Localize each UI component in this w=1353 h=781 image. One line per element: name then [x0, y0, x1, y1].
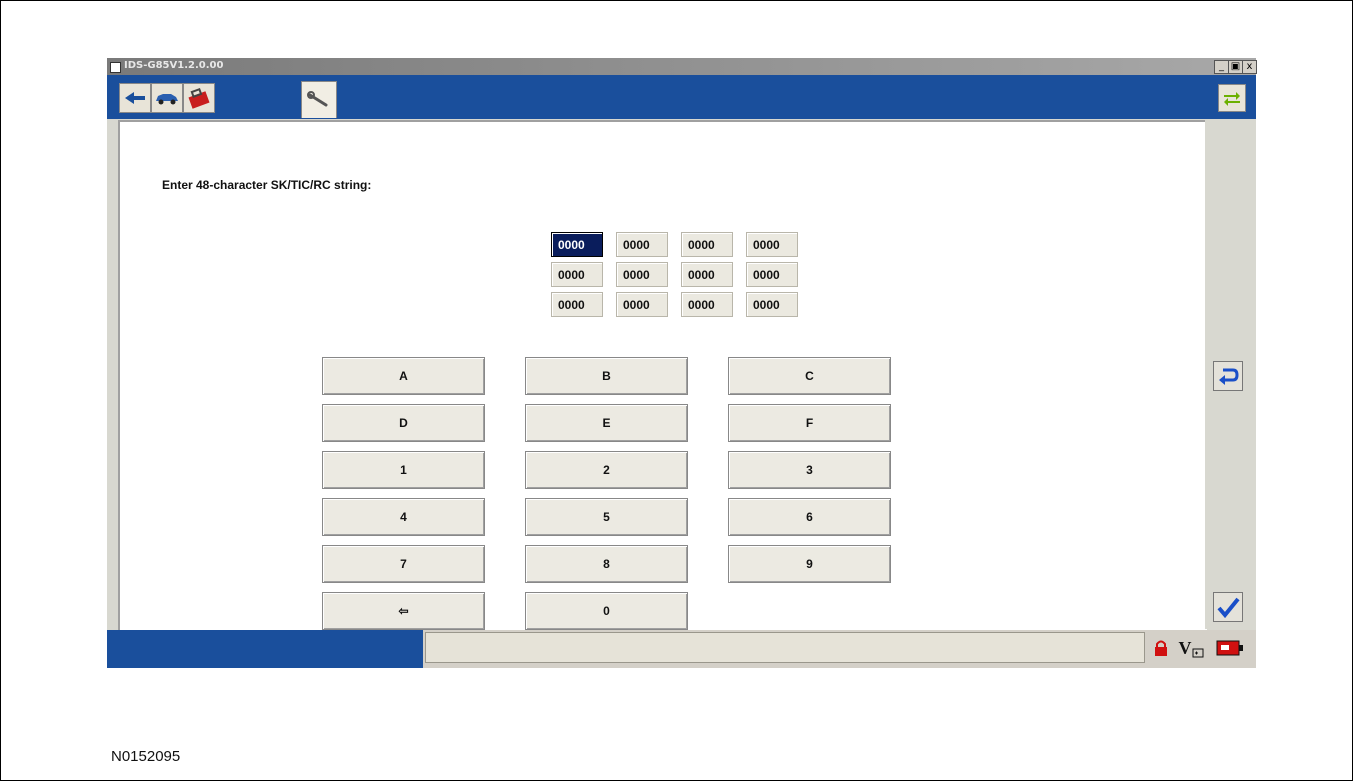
toolbox-tool-button[interactable] [183, 83, 215, 113]
checkmark-icon [1217, 597, 1240, 618]
confirm-button[interactable] [1213, 592, 1243, 622]
code-cell[interactable]: 0000 [551, 262, 603, 287]
key-a[interactable]: A [322, 357, 485, 395]
status-bar: V [107, 630, 1256, 668]
code-cell[interactable]: 0000 [551, 292, 603, 317]
swap-arrows-icon [1224, 92, 1240, 106]
tab-service-functions[interactable] [301, 81, 337, 118]
status-bar-left [107, 630, 423, 668]
code-cell[interactable]: 0000 [746, 262, 798, 287]
swap-button[interactable] [1218, 84, 1246, 112]
code-cell[interactable]: 0000 [681, 262, 733, 287]
key-0[interactable]: 0 [525, 592, 688, 630]
key-b[interactable]: B [525, 357, 688, 395]
code-cell[interactable]: 0000 [746, 292, 798, 317]
key-1[interactable]: 1 [322, 451, 485, 489]
toolbar [107, 75, 1256, 119]
vbatt-label: V [1178, 637, 1192, 658]
ids-window: IDS-G85V1.2.0.00 _ ▣ x Enter 48-characte… [107, 58, 1257, 668]
key-d[interactable]: D [322, 404, 485, 442]
key-e[interactable]: E [525, 404, 688, 442]
key-6[interactable]: 6 [728, 498, 891, 536]
close-button[interactable]: x [1242, 60, 1257, 74]
key-c[interactable]: C [728, 357, 891, 395]
vci-icon [1213, 636, 1247, 660]
toolbox-icon [188, 87, 210, 109]
app-icon [110, 62, 121, 73]
connector-tool-button[interactable] [119, 83, 151, 113]
key-7[interactable]: 7 [322, 545, 485, 583]
backspace-key[interactable]: ⇦ [322, 592, 485, 630]
right-sidebar [1205, 120, 1256, 629]
main-content: Enter 48-character SK/TIC/RC string: 000… [118, 120, 1207, 631]
window-title: IDS-G85V1.2.0.00 [124, 60, 224, 71]
lock-icon [1148, 636, 1174, 660]
key-8[interactable]: 8 [525, 545, 688, 583]
restore-button[interactable]: ▣ [1228, 60, 1243, 74]
return-icon [1219, 368, 1239, 385]
minimize-button[interactable]: _ [1214, 60, 1229, 74]
code-cell[interactable]: 0000 [681, 232, 733, 257]
key-5[interactable]: 5 [525, 498, 688, 536]
title-bar: IDS-G85V1.2.0.00 _ ▣ x [107, 58, 1257, 75]
code-cell[interactable]: 0000 [681, 292, 733, 317]
status-bar-right: V [423, 630, 1256, 668]
code-cell[interactable]: 0000 [616, 292, 668, 317]
battery-voltage-icon: V [1178, 636, 1204, 660]
code-cell[interactable]: 0000 [746, 232, 798, 257]
key-3[interactable]: 3 [728, 451, 891, 489]
status-message [425, 632, 1145, 663]
key-9[interactable]: 9 [728, 545, 891, 583]
wrench-icon [307, 91, 328, 107]
key-f[interactable]: F [728, 404, 891, 442]
page-prompt: Enter 48-character SK/TIC/RC string: [162, 178, 372, 192]
code-cell[interactable]: 0000 [616, 232, 668, 257]
key-4[interactable]: 4 [322, 498, 485, 536]
code-cell[interactable]: 0000 [616, 262, 668, 287]
key-2[interactable]: 2 [525, 451, 688, 489]
vehicle-tool-button[interactable] [151, 83, 183, 113]
code-cell[interactable]: 0000 [551, 232, 603, 257]
back-button[interactable] [1213, 361, 1243, 391]
figure-id: N0152095 [111, 748, 181, 765]
connector-icon [125, 92, 145, 104]
vehicle-icon [156, 94, 178, 105]
